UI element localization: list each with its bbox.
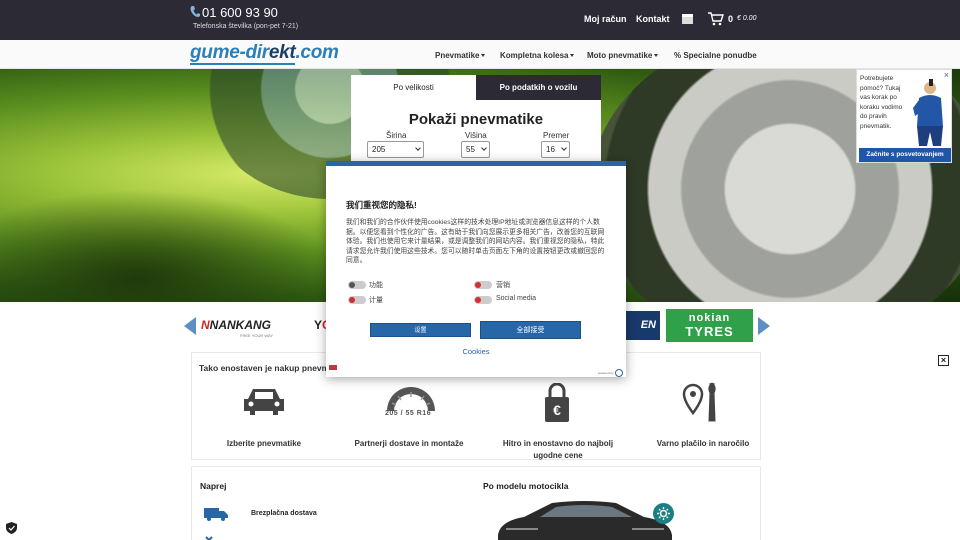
nokian-logo-subtext: TYRES — [685, 324, 734, 339]
section-title: Tako enostaven je nakup pnevmatik — [199, 363, 344, 373]
cookie-settings-button[interactable]: 设置 — [370, 323, 471, 337]
feature-secure-payment: Varno plačilo in naročilo — [656, 439, 750, 448]
nav-item-label: % Specialne ponudbe — [674, 51, 757, 60]
toggle-marketing-label: 营销 — [496, 282, 510, 289]
toggle-statistics[interactable] — [348, 296, 366, 304]
carousel-prev-arrow-icon[interactable] — [184, 317, 196, 335]
phone-number[interactable]: 01 600 93 90 — [202, 5, 278, 20]
width-label: Širina — [386, 131, 407, 140]
secondary-section: Naprej Po modelu motocikla Brezplačna do… — [191, 466, 761, 540]
logo-text-main: gume-dir — [190, 42, 269, 65]
caret-down-icon — [481, 54, 486, 58]
by-motorcycle-model-title: Po modelu motocikla — [483, 481, 569, 491]
powered-by-label: powered by — [598, 371, 614, 375]
toggle-functional[interactable] — [348, 281, 366, 289]
tools-icon — [205, 536, 213, 540]
diameter-select-value: 16 — [546, 145, 555, 154]
support-person-icon — [913, 79, 943, 146]
top-bar: 01 600 93 90 Telefonska številka (pon-pe… — [0, 0, 960, 40]
accept-all-button[interactable]: 全部接受 — [480, 321, 581, 339]
close-button[interactable]: × — [938, 355, 949, 366]
chevron-down-icon — [415, 145, 421, 151]
logo-text-tld: .com — [295, 42, 339, 63]
cookie-dialog-title: 我们重视您的隐私! — [346, 200, 417, 210]
settings-gear-icon[interactable] — [653, 503, 674, 524]
feature-best-price: Hitro in enostavno do najbolj ugodne cen… — [502, 439, 614, 460]
carousel-next-arrow-icon[interactable] — [758, 317, 770, 335]
archive-box-icon[interactable] — [682, 14, 693, 24]
nav-item-pnevmatike[interactable]: Pnevmatike — [435, 51, 486, 60]
price-lock-icon: € — [545, 383, 569, 422]
height-select[interactable]: 55 — [461, 141, 490, 158]
free-delivery-label: Brezplačna dostava — [251, 510, 317, 517]
caret-down-icon — [570, 54, 575, 58]
logo-text-dark: ekt — [268, 42, 296, 65]
nav-item-label: Moto pnevmatike — [587, 51, 653, 60]
width-select[interactable]: 205 — [367, 141, 424, 158]
toggle-functional-label: 功能 — [369, 282, 383, 289]
nav-item-label: Kompletna kolesa — [500, 51, 569, 60]
main-nav: gume-direkt.com Pnevmatike Kompletna kol… — [0, 40, 960, 69]
nav-item-moto-pnevmatike[interactable]: Moto pnevmatike — [587, 51, 659, 60]
tab-by-size[interactable]: Po velikosti — [351, 75, 476, 100]
caret-down-icon — [654, 54, 659, 58]
tire-search-panel: Po velikosti Po podatkih o vozilu Pokaži… — [351, 75, 601, 167]
check-circle-icon — [615, 369, 623, 377]
diameter-select[interactable]: 16 — [541, 141, 570, 158]
phone-icon — [190, 6, 200, 17]
feature-delivery-partners: Partnerji dostave in montaže — [354, 439, 464, 448]
cart-total[interactable]: € 0.00 — [737, 15, 756, 22]
toggle-social-media[interactable] — [474, 296, 492, 304]
cart-icon[interactable] — [708, 12, 724, 26]
chevron-down-icon — [561, 145, 567, 151]
start-consultation-button[interactable]: Začnite s posvetovanjem — [859, 148, 951, 162]
svg-text:€: € — [553, 402, 561, 418]
help-widget: Potrebujete pomoč? Tukaj vas korak po ko… — [856, 69, 952, 163]
nav-item-kompletna-kolesa[interactable]: Kompletna kolesa — [500, 51, 575, 60]
chevron-down-icon — [481, 145, 487, 151]
width-select-value: 205 — [372, 145, 386, 154]
height-label: Višina — [465, 131, 487, 140]
toggle-statistics-label: 计量 — [369, 297, 383, 304]
site-logo[interactable]: gume-direkt.com — [190, 42, 339, 65]
contact-link[interactable]: Kontakt — [636, 14, 670, 24]
toggle-social-media-label: Social media — [496, 295, 537, 302]
yokohama-logo-initial: Y — [314, 318, 323, 332]
flag-icon[interactable] — [329, 365, 337, 370]
height-select-value: 55 — [466, 145, 475, 154]
diameter-label: Premer — [543, 131, 570, 140]
nav-item-specialne-ponudbe[interactable]: % Specialne ponudbe — [674, 51, 757, 60]
help-text: Potrebujete pomoč? Tukaj vas korak po ko… — [860, 75, 903, 130]
cookie-dialog-body: 我们和我们的合作伙伴使用cookies这样的技术处理IP地址或浏览器信息这样的个… — [346, 219, 605, 264]
brand-logo-nankang[interactable]: NNANKANG — [201, 318, 271, 332]
location-wrench-icon — [682, 382, 716, 422]
account-link[interactable]: Moj račun — [584, 14, 627, 24]
cookies-link[interactable]: Cookies — [326, 347, 626, 356]
nav-item-label: Pnevmatike — [435, 51, 480, 60]
tire-size-label: 205 / 55 R16 — [385, 410, 432, 417]
phone-subtitle: Telefonska številka (pon-pet 7-21) — [193, 23, 299, 30]
search-title: Pokaži pnevmatike — [408, 111, 544, 128]
toggle-marketing[interactable] — [474, 281, 492, 289]
nankang-logo-text: NANKANG — [209, 318, 272, 332]
tab-by-vehicle[interactable]: Po podatkih o vozilu — [476, 75, 601, 100]
car-image — [498, 501, 672, 540]
advantages-title: Naprej — [200, 481, 227, 491]
cart-count[interactable]: 0 — [728, 14, 733, 24]
feature-choose-tires: Izberite pnevmatike — [226, 439, 302, 448]
nankang-logo-initial: N — [201, 318, 210, 332]
privacy-shield-icon[interactable] — [6, 522, 17, 534]
hero-shadow — [0, 189, 340, 302]
delivery-truck-icon — [204, 508, 228, 521]
cookie-consent-dialog: 我们重视您的隐私! 我们和我们的合作伙伴使用cookies这样的技术处理IP地址… — [326, 161, 626, 377]
brand-logo-nokian[interactable]: nokian TYRES — [666, 309, 753, 342]
nankang-slogan: FREE YOUR WAY — [240, 333, 274, 338]
car-icon — [244, 389, 284, 415]
